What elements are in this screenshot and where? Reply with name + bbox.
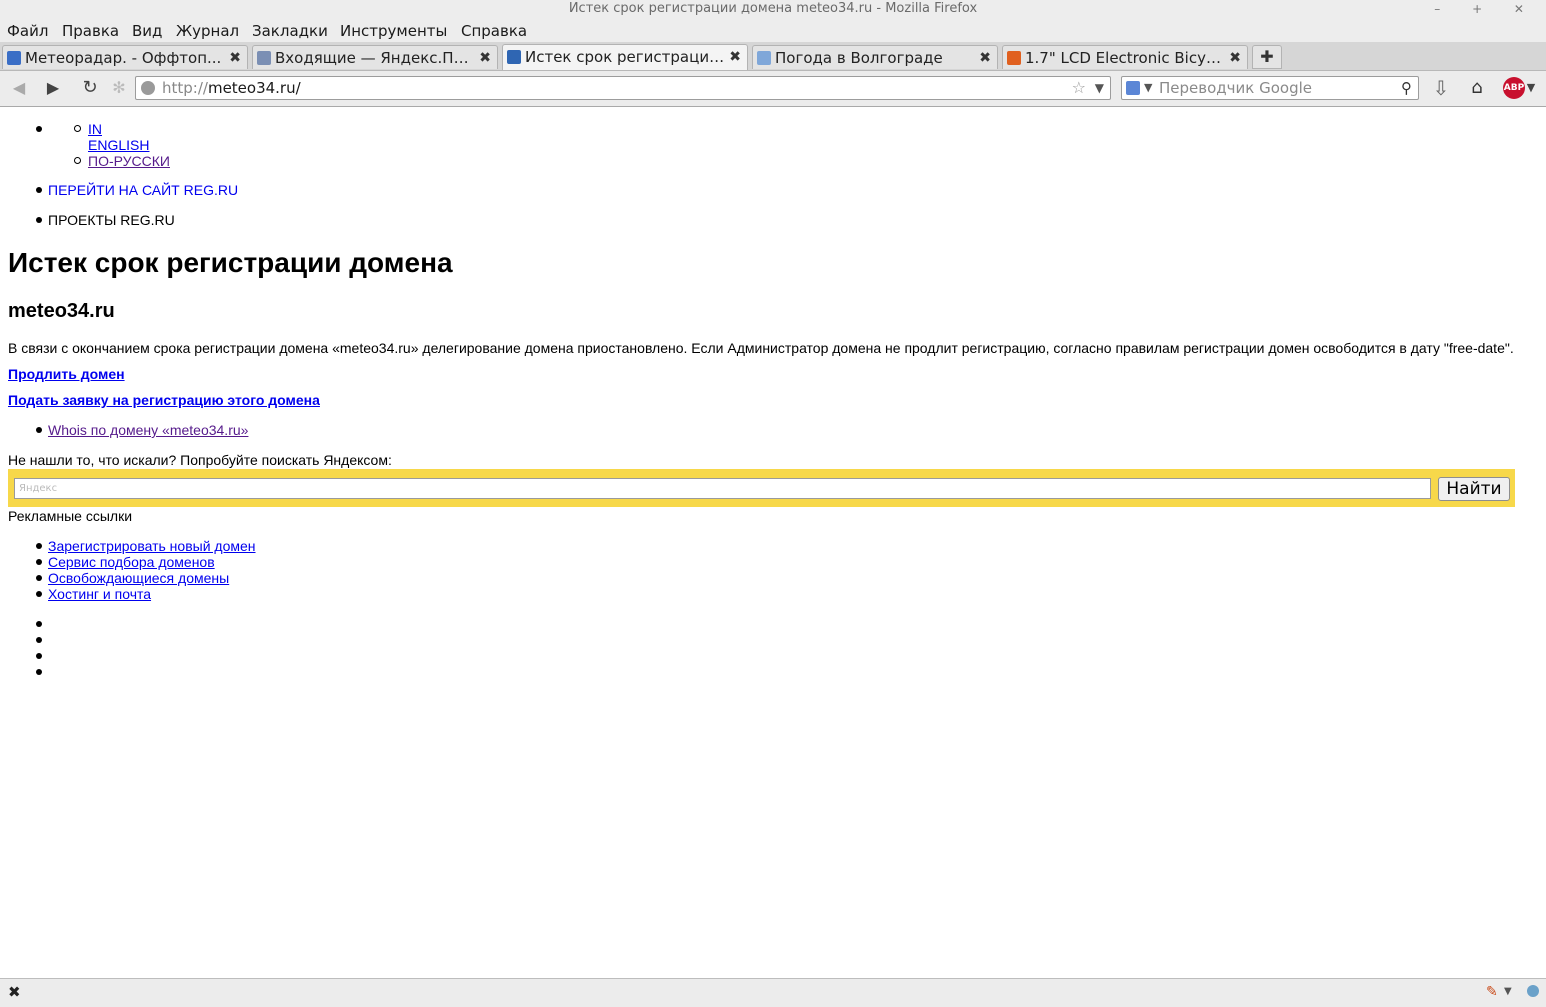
tab-weather-volgograd[interactable]: Погода в Волгограде ✖ — [752, 45, 998, 69]
tab-close-icon[interactable]: ✖ — [1229, 46, 1241, 69]
tab-meteoradar[interactable]: Метеорадар. - Оффтоп... ✖ — [2, 45, 248, 69]
ad-link-register-domain[interactable]: Зарегистрировать новый домен — [48, 538, 256, 554]
empty-list-bullet — [36, 669, 42, 675]
new-tab-button[interactable]: ✚ — [1252, 45, 1282, 69]
apply-registration-link[interactable]: Подать заявку на регистрацию этого домен… — [8, 392, 320, 408]
search-button[interactable]: Найти — [1438, 477, 1510, 501]
whois-link[interactable]: Whois по домену «meteo34.ru» — [48, 422, 248, 438]
forward-arrow-icon[interactable]: ▶ — [42, 77, 64, 99]
renew-domain-link[interactable]: Продлить домен — [8, 366, 125, 382]
list-bullet — [36, 217, 42, 223]
status-bar: ✖ ✎ ▼ — [0, 978, 1546, 1007]
tab-label: Истек срок регистрации... — [525, 48, 725, 66]
tab-close-icon[interactable]: ✖ — [229, 46, 241, 69]
search-bar[interactable]: ▼ Переводчик Google ⚲ — [1121, 76, 1419, 100]
back-arrow-icon[interactable]: ◀ — [8, 77, 30, 99]
link-in-english-2[interactable]: ENGLISH — [88, 137, 149, 153]
download-icon[interactable]: ⇩ — [1430, 77, 1452, 99]
adblock-icon[interactable]: ABP — [1503, 77, 1525, 99]
yandex-search-form: Яндекс Найти — [8, 469, 1515, 507]
tab-label: 1.7" LCD Electronic Bicyc... — [1025, 49, 1225, 67]
menu-bookmarks[interactable]: Закладки — [252, 18, 328, 44]
page-content: IN ENGLISH ПО-РУССКИ ПЕРЕЙТИ НА САЙТ REG… — [0, 107, 1546, 978]
tab-lcd-bicycle[interactable]: 1.7" LCD Electronic Bicyc... ✖ — [1002, 45, 1248, 69]
menu-help[interactable]: Справка — [461, 18, 527, 44]
tab-close-icon[interactable]: ✖ — [979, 46, 991, 69]
ads-title: Рекламные ссылки — [8, 508, 133, 524]
list-bullet — [74, 157, 81, 164]
tab-label: Метеорадар. - Оффтоп... — [25, 49, 222, 67]
link-goto-regru[interactable]: ПЕРЕЙТИ НА САЙТ REG.RU — [48, 182, 238, 198]
search-icon[interactable]: ⚲ — [1401, 77, 1412, 99]
weather-favicon-icon — [757, 51, 771, 65]
tab-label: Погода в Волгограде — [775, 49, 943, 67]
window-title: Истек срок регистрации домена meteo34.ru… — [568, 1, 978, 16]
list-bullet — [36, 559, 42, 565]
search-engine-dropdown-icon[interactable]: ▼ — [1144, 77, 1152, 99]
empty-list-bullet — [36, 621, 42, 627]
tab-domain-expired[interactable]: Истек срок регистрации... ✖ — [502, 44, 748, 70]
tab-yandex-mail[interactable]: Входящие — Яндекс.По... ✖ — [252, 45, 498, 69]
list-bullet — [36, 575, 42, 581]
search-prompt: Не нашли то, что искали? Попробуйте поис… — [8, 452, 392, 468]
google-translate-icon[interactable] — [1126, 81, 1140, 95]
bookmark-star-icon[interactable]: ☆ — [1072, 77, 1086, 99]
status-dropdown-icon[interactable]: ▼ — [1504, 986, 1512, 997]
menu-edit[interactable]: Правка — [62, 18, 119, 44]
menu-file[interactable]: Файл — [7, 18, 48, 44]
navigation-toolbar: ◀ ▶ ↻ ✻ http://meteo34.ru/ ☆ ▼ ▼ Перевод… — [0, 71, 1546, 107]
window-titlebar: Истек срок регистрации домена meteo34.ru… — [0, 0, 1546, 18]
link-russian[interactable]: ПО-РУССКИ — [88, 153, 170, 169]
list-bullet — [36, 427, 42, 433]
menu-bar: Файл Правка Вид Журнал Закладки Инструме… — [0, 18, 1546, 42]
regru-favicon-icon — [507, 50, 521, 64]
list-bullet — [36, 187, 42, 193]
status-globe-icon[interactable] — [1527, 985, 1539, 997]
link-in-english-1[interactable]: IN — [88, 121, 102, 137]
menu-tools[interactable]: Инструменты — [340, 18, 447, 44]
url-bar[interactable]: http://meteo34.ru/ ☆ ▼ — [135, 76, 1111, 100]
site-identity-icon[interactable] — [141, 81, 155, 95]
ad-link-hosting-mail[interactable]: Хостинг и почта — [48, 586, 151, 602]
expiration-notice: В связи с окончанием срока регистрации д… — [8, 340, 1514, 356]
tab-favicon-icon — [7, 51, 21, 65]
adblock-dropdown-icon[interactable]: ▼ — [1524, 77, 1538, 99]
empty-list-bullet — [36, 637, 42, 643]
search-placeholder: Переводчик Google — [1159, 79, 1312, 97]
url-text[interactable]: http://meteo34.ru/ — [162, 77, 301, 99]
tab-label: Входящие — Яндекс.По... — [275, 49, 475, 67]
tab-strip: Метеорадар. - Оффтоп... ✖ Входящие — Янд… — [0, 42, 1546, 71]
stop-icon[interactable]: ✻ — [108, 77, 130, 99]
window-controls[interactable]: – + ✕ — [1434, 0, 1538, 18]
list-bullet — [36, 543, 42, 549]
dx-favicon-icon — [1007, 51, 1021, 65]
domain-name: meteo34.ru — [8, 300, 115, 322]
empty-list-bullet — [36, 653, 42, 659]
reload-icon[interactable]: ↻ — [79, 77, 101, 99]
projects-regru: ПРОЕКТЫ REG.RU — [48, 212, 175, 228]
firebug-icon[interactable]: ✎ — [1486, 984, 1498, 1000]
tab-close-icon[interactable]: ✖ — [729, 45, 741, 69]
ad-link-expiring-domains[interactable]: Освобождающиеся домены — [48, 570, 229, 586]
yandex-search-input[interactable]: Яндекс — [14, 478, 1431, 499]
ad-link-domain-selection[interactable]: Сервис подбора доменов — [48, 554, 215, 570]
menu-history[interactable]: Журнал — [176, 18, 239, 44]
close-icon[interactable]: ✖ — [8, 983, 21, 1001]
url-dropdown-icon[interactable]: ▼ — [1095, 77, 1104, 99]
home-icon[interactable]: ⌂ — [1466, 77, 1488, 99]
list-bullet — [74, 125, 81, 132]
list-bullet — [36, 126, 42, 132]
list-bullet — [36, 591, 42, 597]
mail-favicon-icon — [257, 51, 271, 65]
page-title: Истек срок регистрации домена — [8, 247, 453, 278]
menu-view[interactable]: Вид — [132, 18, 162, 44]
tab-close-icon[interactable]: ✖ — [479, 46, 491, 69]
